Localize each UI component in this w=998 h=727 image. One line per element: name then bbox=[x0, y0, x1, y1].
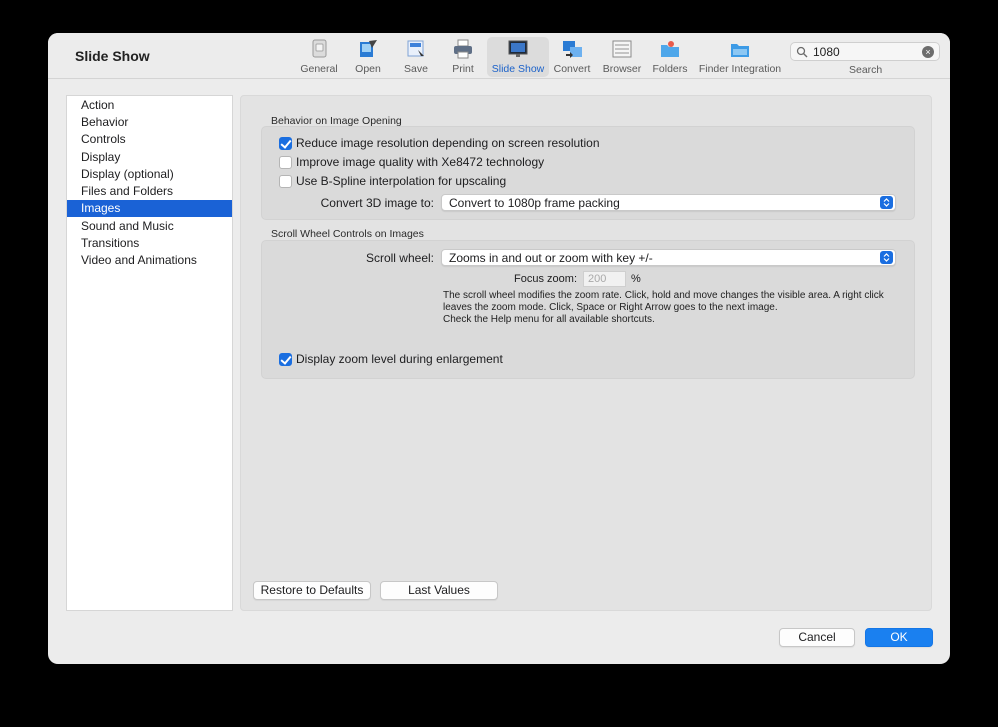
toolbar-general[interactable]: General bbox=[298, 37, 340, 77]
sidebar-item-controls[interactable]: Controls bbox=[67, 131, 232, 148]
focus-zoom-value: 200 bbox=[588, 273, 607, 285]
bspline-label: Use B-Spline interpolation for upscaling bbox=[296, 174, 507, 188]
preferences-window: Slide Show General Open Save Print Slide… bbox=[48, 33, 950, 664]
last-values-button[interactable]: Last Values bbox=[380, 581, 498, 600]
reduce-resolution-label: Reduce image resolution depending on scr… bbox=[296, 136, 600, 150]
search-icon bbox=[796, 46, 808, 58]
sidebar-item-sound-and-music[interactable]: Sound and Music bbox=[67, 218, 232, 235]
settings-panel: Behavior on Image Opening Reduce image r… bbox=[240, 95, 932, 611]
convert-3d-label: Convert 3D image to: bbox=[320, 196, 434, 210]
reduce-resolution-checkbox[interactable] bbox=[279, 137, 292, 150]
restore-defaults-button[interactable]: Restore to Defaults bbox=[253, 581, 371, 600]
sidebar-item-action[interactable]: Action bbox=[67, 97, 232, 114]
toolbar-convert[interactable]: Convert bbox=[551, 37, 593, 77]
popup-arrows-icon bbox=[880, 251, 893, 264]
focus-zoom-field[interactable]: 200 bbox=[583, 271, 626, 287]
window-title: Slide Show bbox=[75, 48, 150, 64]
scroll-help-text: The scroll wheel modifies the zoom rate.… bbox=[443, 290, 884, 325]
scroll-wheel-value: Zooms in and out or zoom with key +/- bbox=[449, 251, 653, 265]
print-icon bbox=[454, 39, 472, 59]
scroll-group-title: Scroll Wheel Controls on Images bbox=[271, 228, 424, 240]
sidebar-item-transitions[interactable]: Transitions bbox=[67, 235, 232, 252]
scroll-wheel-label: Scroll wheel: bbox=[365, 251, 434, 265]
bspline-checkbox[interactable] bbox=[279, 175, 292, 188]
sidebar: Action Behavior Controls Display Display… bbox=[66, 95, 233, 611]
convert-3d-value: Convert to 1080p frame packing bbox=[449, 196, 620, 210]
toolbar-open[interactable]: Open bbox=[348, 37, 388, 77]
sidebar-item-behavior[interactable]: Behavior bbox=[67, 114, 232, 131]
improve-quality-checkbox[interactable] bbox=[279, 156, 292, 169]
sidebar-item-files-and-folders[interactable]: Files and Folders bbox=[67, 183, 232, 200]
toolbar: Slide Show General Open Save Print Slide… bbox=[48, 33, 950, 79]
toolbar-print[interactable]: Print bbox=[444, 37, 482, 77]
save-icon bbox=[407, 40, 424, 57]
toolbar-save[interactable]: Save bbox=[396, 37, 436, 77]
improve-quality-label: Improve image quality with Xe8472 techno… bbox=[296, 155, 545, 169]
sidebar-item-video-and-animations[interactable]: Video and Animations bbox=[67, 252, 232, 269]
search-input[interactable]: 1080 bbox=[813, 45, 840, 59]
toolbar-folders[interactable]: Folders bbox=[650, 37, 690, 77]
open-icon bbox=[360, 40, 377, 57]
folders-icon bbox=[661, 41, 679, 57]
focus-zoom-label: Focus zoom: bbox=[514, 273, 577, 285]
search-field[interactable]: 1080 × bbox=[790, 42, 940, 61]
toolbar-browser[interactable]: Browser bbox=[601, 37, 643, 77]
display-zoom-checkbox[interactable] bbox=[279, 353, 292, 366]
clear-search-icon[interactable]: × bbox=[922, 46, 934, 58]
sidebar-item-images[interactable]: Images bbox=[67, 200, 232, 217]
display-zoom-label: Display zoom level during enlargement bbox=[296, 352, 503, 366]
popup-arrows-icon bbox=[880, 196, 893, 209]
search-label: Search bbox=[849, 64, 883, 76]
sidebar-item-display-optional[interactable]: Display (optional) bbox=[67, 166, 232, 183]
toolbar-slide-show[interactable]: Slide Show bbox=[487, 37, 549, 77]
scroll-wheel-popup[interactable]: Zooms in and out or zoom with key +/- bbox=[441, 249, 896, 266]
convert-icon bbox=[563, 41, 582, 58]
sidebar-item-display[interactable]: Display bbox=[67, 149, 232, 166]
general-icon bbox=[312, 39, 327, 58]
focus-zoom-unit: % bbox=[631, 273, 641, 285]
cancel-button[interactable]: Cancel bbox=[779, 628, 855, 647]
browser-icon bbox=[612, 40, 632, 58]
slide-show-icon bbox=[508, 40, 528, 57]
convert-3d-popup[interactable]: Convert to 1080p frame packing bbox=[441, 194, 896, 211]
finder-integration-icon bbox=[731, 44, 749, 57]
toolbar-finder-integration[interactable]: Finder Integration bbox=[698, 37, 782, 77]
ok-button[interactable]: OK bbox=[865, 628, 933, 647]
